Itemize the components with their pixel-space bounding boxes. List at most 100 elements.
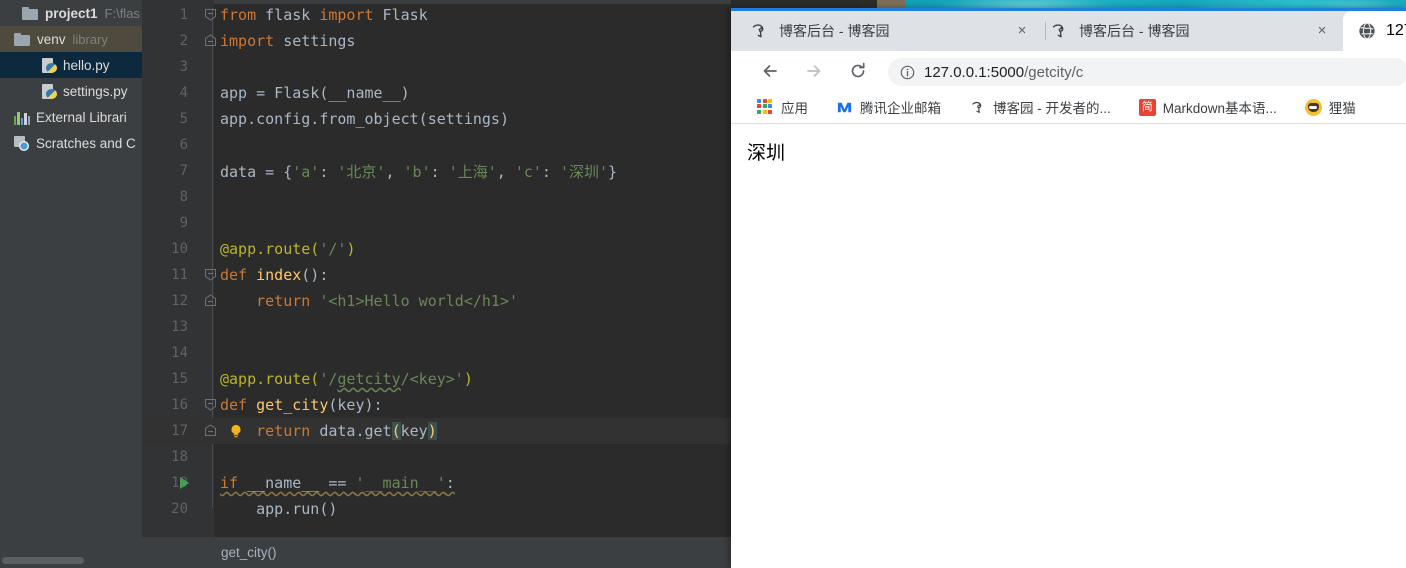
browser-tab-1[interactable]: 博客后台 - 博客园 × [749,11,1039,51]
code-line-20[interactable]: 20 app.run() [142,496,731,522]
code-text: @app.route('/getcity/<key>') [220,370,473,388]
code-token: , [385,162,404,181]
project-tree-hscrollbar[interactable] [0,553,142,568]
code-fold-icon[interactable] [204,8,217,21]
code-fold-end-icon[interactable] [204,424,217,437]
line-number: 17 [171,423,188,439]
tab-close-button[interactable]: × [1013,22,1031,40]
code-line-5[interactable]: 5 app.config.from_object(settings) [142,106,731,132]
code-text: def get_city(key): [220,396,383,414]
code-token: '上海' [448,162,497,181]
project-tree-panel[interactable]: project1 F:\flas venv library hello.py settin… [0,0,142,553]
code-line-2[interactable]: 2 import settings [142,28,731,54]
tree-item-settings-py[interactable]: settings.py [0,78,142,104]
apps-grid-icon [757,98,774,116]
cnblogs-icon [969,99,986,116]
tree-item-label: External Librari [36,109,127,125]
globe-icon [1359,22,1375,40]
tab-close-button[interactable]: × [1313,22,1331,40]
code-token: getcity [337,370,401,388]
code-fold-icon[interactable] [204,398,217,411]
code-text: return '<h1>Hello world</h1>' [220,292,518,310]
code-line-12[interactable]: 12 return '<h1>Hello world</h1>' [142,288,731,314]
tree-item-venv[interactable]: venv library [0,26,142,52]
browser-tab-2[interactable]: 博客后台 - 博客园 × [1049,11,1339,51]
code-token: 'c' [514,162,542,181]
line-number: 7 [179,163,188,179]
cnblogs-icon [1052,24,1064,38]
bookmark-label: Markdown基本语... [1162,101,1277,116]
code-line-17[interactable]: 17 return data.get(key) [142,418,731,444]
bookmark-1[interactable]: 应用 [749,91,816,123]
tab-separator [1045,22,1046,40]
line-number: 3 [179,59,188,75]
tab-favicon [1357,21,1377,41]
code-line-1[interactable]: 1 from flask import Flask [142,2,731,28]
reload-icon [851,62,865,78]
code-token: @app.route( [220,370,320,388]
code-line-9[interactable]: 9 [142,210,731,236]
folder-icon [14,33,31,47]
bookmark-2[interactable]: 腾讯企业邮箱 [828,91,949,123]
line-number: 10 [171,241,188,257]
browser-tab-active[interactable]: 127 [1343,11,1406,51]
line-number: 5 [179,111,188,127]
back-button[interactable] [753,54,787,88]
code-fold-end-icon[interactable] [204,294,217,307]
code-line-10[interactable]: 10 @app.route('/') [142,236,731,262]
line-number: 4 [179,85,188,101]
code-token: return [256,422,311,440]
bookmarks-bar[interactable]: 应用 腾讯企业邮箱 博客园 - 开发者的... 简 Markdown基本语... 狸猫 [731,91,1406,123]
address-bar[interactable]: 127.0.0.1:5000/getcity/c [888,58,1406,86]
code-token: flask [256,6,320,24]
code-line-8[interactable]: 8 [142,184,731,210]
code-line-6[interactable]: 6 [142,132,731,158]
code-line-13[interactable]: 13 [142,314,731,340]
code-line-16[interactable]: 16 def get_city(key): [142,392,731,418]
arrow-forward-icon [807,65,821,77]
run-gutter-icon[interactable] [180,477,189,489]
external-libraries-icon [14,111,31,125]
code-fold-end-icon[interactable] [204,34,217,47]
line-number: 8 [179,189,188,205]
code-line-15[interactable]: 15 @app.route('/getcity/<key>') [142,366,731,392]
url-path: /getcity/c [1024,63,1084,81]
tree-item-hello-py[interactable]: hello.py [0,52,142,78]
code-text: return data.get(key) [220,422,437,440]
code-token: } [608,162,618,181]
bookmark-3[interactable]: 博客园 - 开发者的... [961,91,1119,123]
project-tree-hscrollbar-thumb[interactable] [2,557,84,564]
bookmark-label: 狸猫 [1328,101,1356,116]
code-token: import [319,6,374,24]
reload-button[interactable] [841,54,875,88]
code-fold-icon[interactable] [204,268,217,281]
code-line-11[interactable]: 11 def index(): [142,262,731,288]
bookmark-4[interactable]: 简 Markdown基本语... [1131,91,1285,123]
tree-item-external-librari[interactable]: External Librari [0,104,142,130]
bookmark-5[interactable]: 狸猫 [1297,91,1364,123]
code-line-3[interactable]: 3 [142,54,731,80]
breadcrumb-get-city[interactable]: get_city() [221,545,277,560]
code-token: 'b' [403,162,431,181]
code-token: ) [427,422,437,440]
forward-button[interactable] [797,54,831,88]
line-number: 14 [171,345,188,361]
code-line-19[interactable]: 19 if __name__ == '__main__': [142,470,731,496]
code-token: '<h1>Hello world</h1>' [319,292,519,310]
tree-item-project1[interactable]: project1 F:\flas [0,0,142,26]
code-line-18[interactable]: 18 [142,444,731,470]
code-text: if __name__ == '__main__': [220,474,455,492]
browser-tab-strip[interactable]: 博客后台 - 博客园 × 博客后台 - 博客园 × 127 [731,11,1406,51]
code-line-14[interactable]: 14 [142,340,731,366]
page-info-icon[interactable] [899,64,916,81]
tree-item-scratches-and-c[interactable]: Scratches and C [0,130,142,156]
code-token: key [400,422,428,440]
code-line-7[interactable]: 7 data = {'a': '北京', 'b': '上海', 'c': '深圳'… [142,158,731,184]
tab-title: 博客后台 - 博客园 [779,23,890,39]
bookmark-label: 博客园 - 开发者的... [993,101,1111,116]
code-text: data = {'a': '北京', 'b': '上海', 'c': '深圳'} [220,161,617,182]
code-editor[interactable]: 1 from flask import Flask 2 import settings… [142,0,731,537]
code-line-4[interactable]: 4 app = Flask(__name__) [142,80,731,106]
